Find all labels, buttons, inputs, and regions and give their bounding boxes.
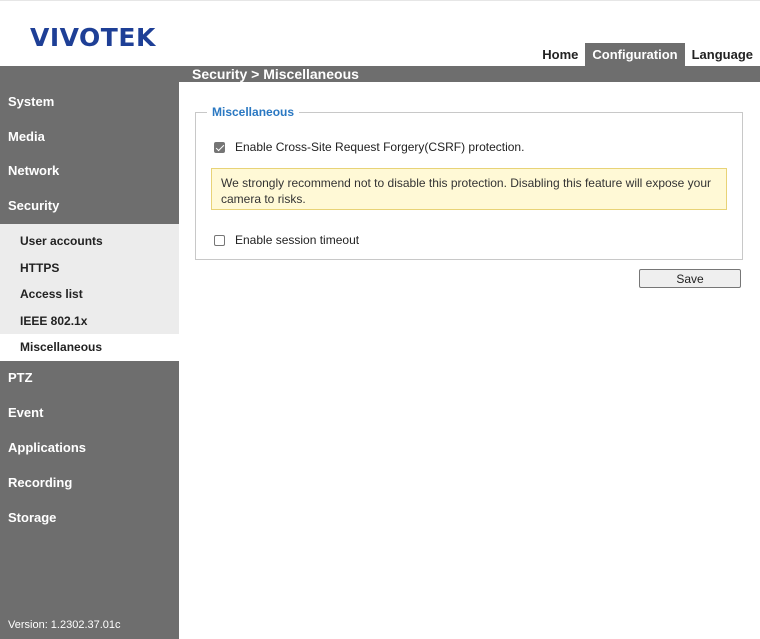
save-button[interactable]: Save <box>639 269 741 288</box>
nav-home[interactable]: Home <box>535 43 586 67</box>
sidebar-item-media[interactable]: Media <box>0 120 179 154</box>
csrf-row: Enable Cross-Site Request Forgery(CSRF) … <box>214 140 524 154</box>
title-bar: Security > Miscellaneous <box>0 66 760 82</box>
nav-configuration[interactable]: Configuration <box>585 43 685 67</box>
vivotek-logo[interactable]: VIVOTEK <box>30 23 156 52</box>
nav-language[interactable]: Language <box>684 43 760 67</box>
csrf-label[interactable]: Enable Cross-Site Request Forgery(CSRF) … <box>235 140 524 154</box>
sidebar-item-event[interactable]: Event <box>0 395 179 431</box>
sidebar-item-recording[interactable]: Recording <box>0 465 179 501</box>
sidebar-subitem-access-list[interactable]: Access list <box>0 281 179 308</box>
sidebar-item-storage[interactable]: Storage <box>0 501 179 535</box>
sidebar-item-ptz[interactable]: PTZ <box>0 361 179 395</box>
miscellaneous-fieldset: Miscellaneous Enable Cross-Site Request … <box>195 105 743 260</box>
csrf-warning: We strongly recommend not to disable thi… <box>211 168 727 210</box>
session-timeout-row: Enable session timeout <box>214 233 359 247</box>
sidebar: System Media Network Security User accou… <box>0 82 179 639</box>
security-submenu: User accounts HTTPS Access list IEEE 802… <box>0 224 179 361</box>
main-content: Miscellaneous Enable Cross-Site Request … <box>179 82 760 639</box>
session-timeout-label[interactable]: Enable session timeout <box>235 233 359 247</box>
sidebar-subitem-user-accounts[interactable]: User accounts <box>0 228 179 255</box>
sidebar-item-applications[interactable]: Applications <box>0 431 179 465</box>
session-timeout-checkbox[interactable] <box>214 234 225 246</box>
version-label: Version: 1.2302.37.01c <box>8 619 121 631</box>
sidebar-item-network[interactable]: Network <box>0 154 179 188</box>
fieldset-legend: Miscellaneous <box>207 105 300 120</box>
header: VIVOTEK Home Configuration Language <box>0 0 760 67</box>
sidebar-subitem-https[interactable]: HTTPS <box>0 255 179 282</box>
csrf-checkbox[interactable] <box>214 141 225 153</box>
page-title: Security > Miscellaneous <box>192 66 359 82</box>
sidebar-subitem-ieee-8021x[interactable]: IEEE 802.1x <box>0 308 179 335</box>
sidebar-item-system[interactable]: System <box>0 82 179 120</box>
top-nav: Home Configuration Language <box>535 43 760 67</box>
sidebar-subitem-miscellaneous[interactable]: Miscellaneous <box>0 334 179 361</box>
sidebar-item-security[interactable]: Security <box>0 188 179 224</box>
